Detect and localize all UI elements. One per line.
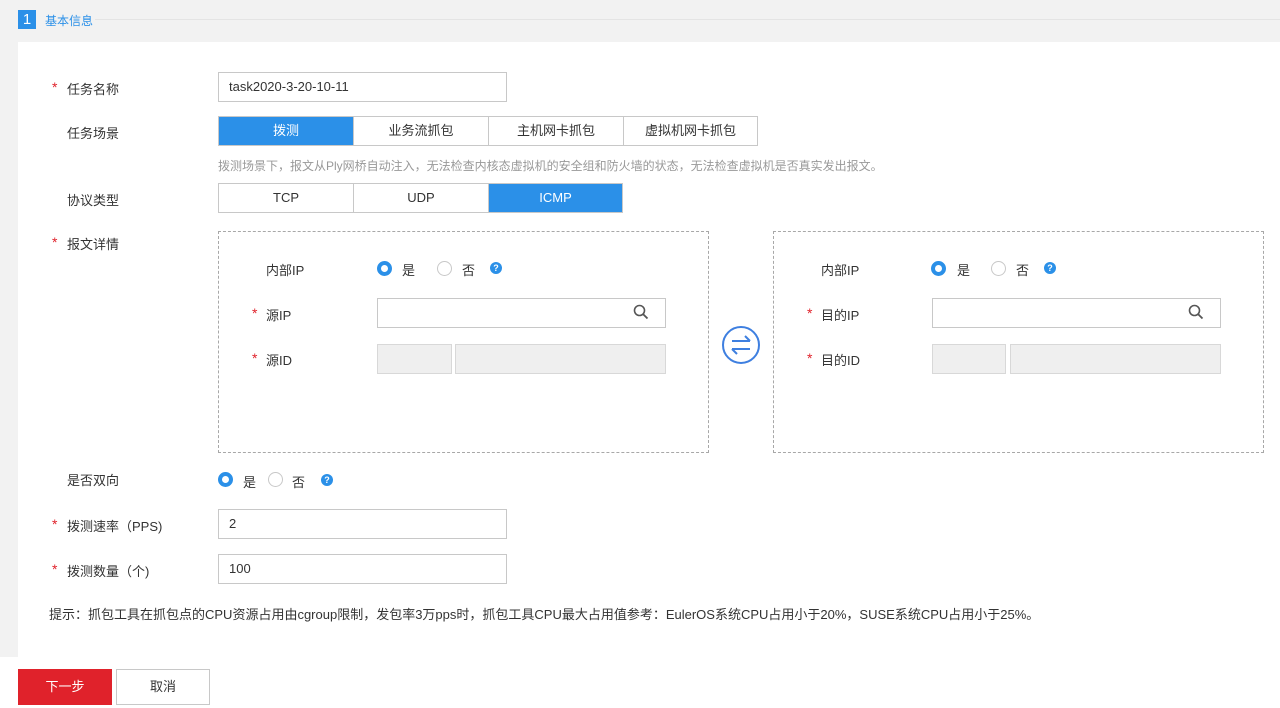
search-icon[interactable] <box>633 304 649 320</box>
scenario-option-flow-capture[interactable]: 业务流抓包 <box>354 117 489 145</box>
source-ip-label: 源IP <box>266 308 292 323</box>
section-number: 1 <box>18 10 36 29</box>
required-mark: * <box>252 350 258 366</box>
bidirectional-no-label: 否 <box>292 475 306 490</box>
scenario-option-vm-nic-capture[interactable]: 虚拟机网卡抓包 <box>624 117 757 145</box>
dest-internal-ip-no-radio[interactable] <box>991 261 1006 276</box>
dest-id-prefix-field <box>932 344 1006 374</box>
source-internal-ip-yes-radio[interactable] <box>377 261 392 276</box>
count-label: 拨测数量（个) <box>67 564 150 579</box>
section-title: 基本信息 <box>45 14 94 28</box>
dest-internal-ip-yes-radio[interactable] <box>931 261 946 276</box>
cancel-button[interactable]: 取消 <box>116 669 210 705</box>
scenario-segmented: 拨测 业务流抓包 主机网卡抓包 虚拟机网卡抓包 <box>218 116 758 146</box>
source-internal-ip-no-radio[interactable] <box>437 261 452 276</box>
swap-icon[interactable] <box>722 326 760 364</box>
bidirectional-no-radio[interactable] <box>268 472 283 487</box>
bidirectional-yes-label: 是 <box>243 475 257 490</box>
source-internal-ip-no-label: 否 <box>462 263 476 278</box>
dest-id-field <box>1010 344 1221 374</box>
protocol-label: 协议类型 <box>67 193 120 208</box>
dest-internal-ip-yes-label: 是 <box>957 263 971 278</box>
dest-ip-input[interactable] <box>932 298 1221 328</box>
source-internal-ip-yes-label: 是 <box>402 263 416 278</box>
dest-id-label: 目的ID <box>821 353 861 368</box>
source-id-label: 源ID <box>266 353 293 368</box>
protocol-option-udp[interactable]: UDP <box>354 184 489 212</box>
dest-internal-ip-no-label: 否 <box>1016 263 1030 278</box>
required-mark: * <box>252 305 258 321</box>
scenario-hint: 拨测场景下，报文从Ply网桥自动注入，无法检查内核态虚拟机的安全组和防火墙的状态… <box>218 159 883 173</box>
protocol-option-icmp[interactable]: ICMP <box>489 184 622 212</box>
dest-ip-label: 目的IP <box>821 308 860 323</box>
rate-label: 拨测速率（PPS) <box>67 519 163 534</box>
next-button[interactable]: 下一步 <box>18 669 112 705</box>
rate-input[interactable]: 2 <box>218 509 507 539</box>
search-icon[interactable] <box>1188 304 1204 320</box>
required-mark: * <box>52 561 58 577</box>
cpu-tip: 提示：抓包工具在抓包点的CPU资源占用由cgroup限制，发包率3万pps时，抓… <box>49 607 1040 622</box>
task-name-label: 任务名称 <box>67 82 120 97</box>
task-name-input[interactable]: task2020-3-20-10-11 <box>218 72 507 102</box>
required-mark: * <box>807 350 813 366</box>
protocol-option-tcp[interactable]: TCP <box>219 184 354 212</box>
source-id-field <box>455 344 666 374</box>
source-id-prefix-field <box>377 344 452 374</box>
required-mark: * <box>52 516 58 532</box>
required-mark: * <box>52 234 58 250</box>
bidirectional-yes-radio[interactable] <box>218 472 233 487</box>
count-input[interactable]: 100 <box>218 554 507 584</box>
scenario-option-host-nic-capture[interactable]: 主机网卡抓包 <box>489 117 624 145</box>
dest-internal-ip-label: 内部IP <box>821 263 860 278</box>
scenario-option-dial-test[interactable]: 拨测 <box>219 117 354 145</box>
protocol-segmented: TCP UDP ICMP <box>218 183 623 213</box>
source-internal-ip-label: 内部IP <box>266 263 305 278</box>
source-ip-input[interactable] <box>377 298 666 328</box>
section-divider <box>95 19 1280 20</box>
required-mark: * <box>807 305 813 321</box>
help-icon[interactable]: ? <box>490 262 502 274</box>
help-icon[interactable]: ? <box>321 474 333 486</box>
packet-detail-label: 报文详情 <box>67 237 120 252</box>
scenario-label: 任务场景 <box>67 126 120 141</box>
required-mark: * <box>52 79 58 95</box>
bidirectional-label: 是否双向 <box>67 473 120 488</box>
help-icon[interactable]: ? <box>1044 262 1056 274</box>
